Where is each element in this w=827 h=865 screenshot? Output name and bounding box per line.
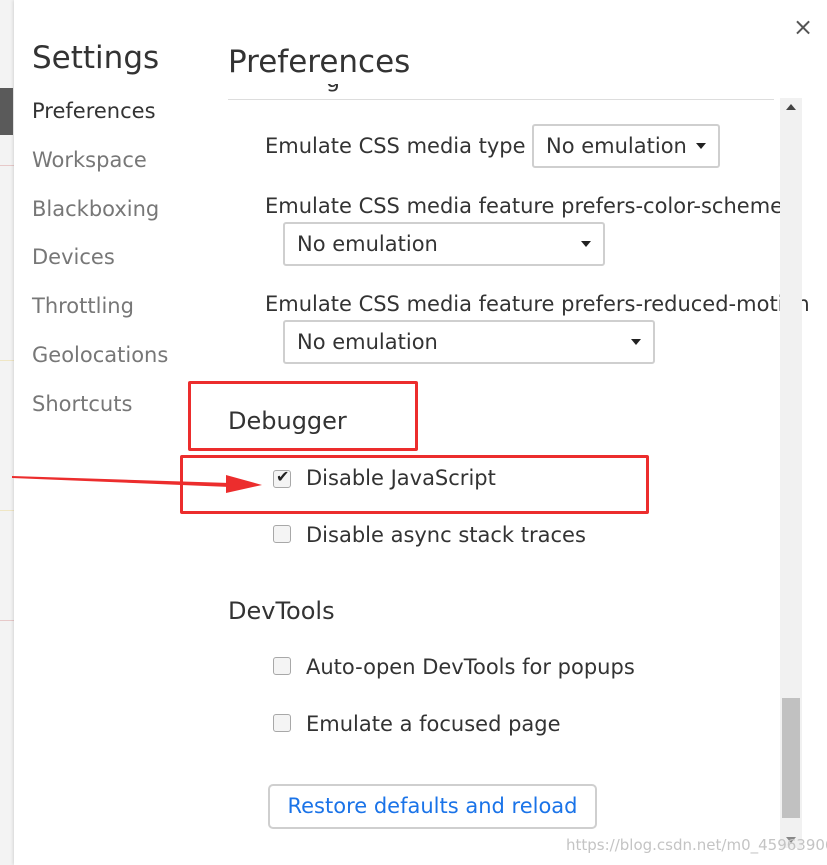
active-tab-marker bbox=[0, 88, 13, 135]
media-type-select[interactable]: No emulation bbox=[532, 124, 720, 168]
sidebar-item-workspace[interactable]: Workspace bbox=[32, 148, 147, 172]
color-scheme-label: Emulate CSS media feature prefers-color-… bbox=[265, 194, 784, 218]
background-line bbox=[0, 510, 14, 511]
disable-async-stack-label[interactable]: Disable async stack traces bbox=[306, 523, 586, 547]
emulate-focused-page-label[interactable]: Emulate a focused page bbox=[306, 712, 561, 736]
background-line bbox=[0, 165, 14, 166]
watermark: https://blog.csdn.net/m0_45963906 bbox=[566, 836, 827, 854]
annotation-arrow-icon bbox=[12, 475, 262, 493]
page-title: Preferences bbox=[228, 44, 411, 80]
chevron-down-icon bbox=[581, 241, 591, 247]
color-scheme-select-value: No emulation bbox=[297, 232, 438, 256]
reduced-motion-select[interactable]: No emulation bbox=[283, 320, 655, 364]
media-type-select-value: No emulation bbox=[546, 134, 687, 158]
reduced-motion-select-value: No emulation bbox=[297, 330, 438, 354]
chevron-down-icon bbox=[631, 339, 641, 345]
settings-title: Settings bbox=[32, 40, 160, 76]
disable-async-stack-checkbox[interactable] bbox=[273, 525, 291, 543]
color-scheme-select[interactable]: No emulation bbox=[283, 222, 605, 266]
annotation-highlight-debugger bbox=[188, 381, 418, 451]
scrollbar[interactable] bbox=[780, 98, 802, 848]
devtools-section-title: DevTools bbox=[228, 597, 335, 625]
auto-open-popups-label[interactable]: Auto-open DevTools for popups bbox=[306, 655, 635, 679]
restore-defaults-button[interactable]: Restore defaults and reload bbox=[268, 784, 597, 829]
close-button[interactable]: × bbox=[790, 12, 816, 42]
scrollbar-thumb[interactable] bbox=[782, 698, 800, 818]
header-divider bbox=[228, 99, 774, 100]
sidebar-item-throttling[interactable]: Throttling bbox=[32, 294, 134, 318]
background-line bbox=[0, 620, 14, 621]
sidebar-item-devices[interactable]: Devices bbox=[32, 245, 115, 269]
scroll-up-icon[interactable] bbox=[786, 104, 796, 110]
chevron-down-icon bbox=[696, 143, 706, 149]
sidebar-item-geolocations[interactable]: Geolocations bbox=[32, 343, 168, 367]
emulate-focused-page-checkbox[interactable] bbox=[273, 714, 291, 732]
auto-open-popups-checkbox[interactable] bbox=[273, 657, 291, 675]
sidebar-item-preferences[interactable]: Preferences bbox=[32, 99, 156, 123]
background-line bbox=[0, 360, 14, 361]
reduced-motion-label: Emulate CSS media feature prefers-reduce… bbox=[265, 292, 810, 316]
sidebar-item-blackboxing[interactable]: Blackboxing bbox=[32, 197, 159, 221]
scrolled-section-heading: g bbox=[326, 84, 350, 99]
emulate-media-type-label: Emulate CSS media type bbox=[265, 134, 526, 158]
sidebar-item-shortcuts[interactable]: Shortcuts bbox=[32, 392, 132, 416]
close-icon: × bbox=[792, 13, 814, 41]
